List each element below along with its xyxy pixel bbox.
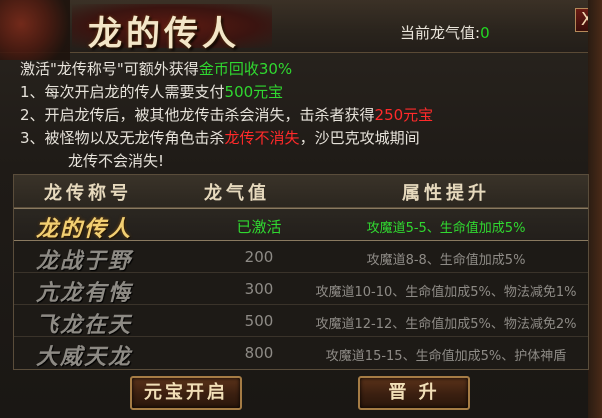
intro-highlight: 金币回收30% <box>198 60 293 78</box>
current-qi-value: 0 <box>480 24 490 42</box>
table-row[interactable]: 飞龙在天 500 攻魔道12-12、生命值加成5%、物法减免2% <box>14 305 588 338</box>
table-row[interactable]: 亢龙有悔 300 攻魔道10-10、生命值加成5%、物法减免1% <box>14 273 588 306</box>
description-intro: 激活"龙传称号"可额外获得金币回收30% <box>20 58 433 81</box>
description-line-2: 2、开启龙传后，被其他龙传击杀会消失，击杀者获得250元宝 <box>20 104 433 127</box>
line1-highlight: 500元宝 <box>224 83 284 101</box>
row-attributes: 攻魔道12-12、生命值加成5%、物法减免2% <box>315 317 577 332</box>
panel-header: 龙的传人 当前龙气值:0 X <box>0 0 602 60</box>
header-qi: 龙气值 <box>204 183 270 204</box>
title-table: 龙传称号 龙气值 属性提升 龙的传人 已激活 攻魔道5-5、生命值加成5% 龙战… <box>13 174 589 370</box>
row-attributes: 攻魔道15-15、生命值加成5%、护体神盾 <box>325 349 567 364</box>
description-line-3: 3、被怪物以及无龙传角色击杀龙传不消失，沙巴克攻城期间 <box>20 127 433 150</box>
header-title-name: 龙传称号 <box>44 183 132 204</box>
row-attributes: 攻魔道10-10、生命值加成5%、物法减免1% <box>315 285 577 300</box>
line2-text: 2、开启龙传后，被其他龙传击杀会消失，击杀者获得 <box>20 106 375 124</box>
row-title-name: 龙战于野 <box>36 248 133 274</box>
line3-suffix: ，沙巴克攻城期间 <box>299 129 420 147</box>
row-title-name: 大威天龙 <box>36 344 133 370</box>
table-row[interactable]: 龙的传人 已激活 攻魔道5-5、生命值加成5% <box>14 208 588 242</box>
line3-highlight: 龙传不消失 <box>224 129 300 147</box>
table-header: 龙传称号 龙气值 属性提升 <box>14 175 588 208</box>
description: 激活"龙传称号"可额外获得金币回收30% 1、每次开启龙的传人需要支付500元宝… <box>20 58 433 173</box>
line2-highlight: 250元宝 <box>374 106 434 124</box>
description-line-1: 1、每次开启龙的传人需要支付500元宝 <box>20 81 433 104</box>
line1-text: 1、每次开启龙的传人需要支付 <box>20 83 225 101</box>
row-title-name: 亢龙有悔 <box>36 280 133 306</box>
row-attributes: 攻魔道5-5、生命值加成5% <box>366 221 526 236</box>
dragon-ornament-icon <box>0 0 70 60</box>
table-row[interactable]: 大威天龙 800 攻魔道15-15、生命值加成5%、护体神盾 <box>14 337 588 370</box>
current-qi-display: 当前龙气值:0 <box>400 22 490 43</box>
row-attributes: 攻魔道8-8、生命值加成5% <box>366 253 526 268</box>
row-title-name: 飞龙在天 <box>36 312 133 338</box>
frame-edge <box>588 0 602 418</box>
panel-title: 龙的传人 <box>88 14 240 54</box>
intro-text: 激活"龙传称号"可额外获得 <box>20 60 199 78</box>
header-attributes: 属性提升 <box>402 183 490 204</box>
dragon-heir-panel: 龙的传人 当前龙气值:0 X 激活"龙传称号"可额外获得金币回收30% 1、每次… <box>0 0 602 418</box>
ingot-activate-button[interactable]: 元宝开启 <box>130 376 242 410</box>
row-title-name: 龙的传人 <box>36 216 133 242</box>
current-qi-label: 当前龙气值: <box>400 24 481 42</box>
table-row[interactable]: 龙战于野 200 攻魔道8-8、生命值加成5% <box>14 241 588 274</box>
line3-text: 3、被怪物以及无龙传角色击杀 <box>20 129 225 147</box>
description-line-4: 龙传不会消失! <box>68 152 165 170</box>
promote-button[interactable]: 晋 升 <box>358 376 470 410</box>
